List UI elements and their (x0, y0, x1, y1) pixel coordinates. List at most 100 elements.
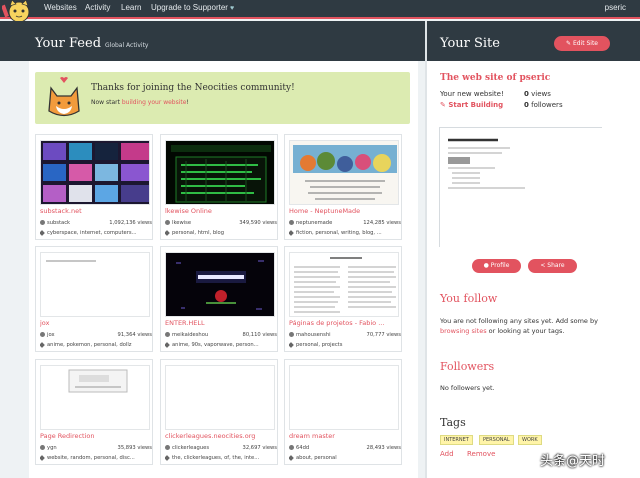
site-tags: anime, 90s, vaporwave, person... (165, 342, 277, 350)
site-screenshot[interactable] (289, 252, 399, 317)
site-tags: personal, projects (289, 342, 401, 350)
site-card[interactable]: Page Redirection ygn 35,893 views website… (35, 359, 153, 465)
user-icon (165, 332, 170, 337)
site-card[interactable]: Home - NeptuneMade neptunemade 124,285 vi… (284, 134, 402, 240)
site-name[interactable]: jox (40, 319, 152, 327)
profile-button[interactable]: ● Profile (472, 259, 521, 273)
site-header: Your Site ✎ Edit Site (427, 21, 640, 61)
site-card[interactable]: lkewise Online lkewise 349,590 views pers… (160, 134, 278, 240)
site-card[interactable]: Páginas de projetos - Fabio ... mahousen… (284, 246, 402, 352)
site-card[interactable]: jox jox 91,364 views anime, pokemon, pers… (35, 246, 153, 352)
nav-learn[interactable]: Learn (121, 3, 141, 12)
nav-websites[interactable]: Websites (44, 3, 77, 12)
global-activity-link[interactable]: Global Activity (105, 42, 149, 49)
site-screenshot[interactable] (289, 365, 399, 430)
site-tag-list[interactable]: anime, 90s, vaporwave, person... (172, 342, 259, 348)
site-tags: fiction, personal, writing, blog, ... (289, 230, 401, 238)
site-preview[interactable] (439, 127, 603, 248)
site-user[interactable]: meikaideshou (172, 332, 208, 338)
nav-upgrade[interactable]: Upgrade to Supporter ♥ (151, 3, 234, 12)
site-name[interactable]: dream master (289, 432, 401, 440)
site-tag-list[interactable]: fiction, personal, writing, blog, ... (296, 230, 382, 236)
views-label: views (531, 90, 551, 98)
site-card[interactable]: clickerleagues.neocities.org clickerleag… (160, 359, 278, 465)
site-views: 349,590 views (239, 220, 277, 226)
site-screenshot[interactable] (165, 252, 275, 317)
site-screenshot[interactable] (165, 365, 275, 430)
views-stat: 0 views (524, 90, 551, 98)
site-name[interactable]: Page Redirection (40, 432, 152, 440)
site-tag-list[interactable]: personal, projects (296, 342, 342, 348)
cat-mascot-icon (48, 77, 80, 117)
site-name[interactable]: lkewise Online (165, 207, 277, 215)
site-user[interactable]: neptunemade (296, 220, 332, 226)
user-icon (40, 332, 45, 337)
nav-activity[interactable]: Activity (85, 3, 110, 12)
add-tag-link[interactable]: Add (440, 450, 454, 458)
tag-personal[interactable]: PERSONAL (479, 435, 514, 445)
site-screenshot[interactable] (40, 140, 150, 205)
lkewise-thumbnail (166, 141, 274, 204)
site-screenshot[interactable] (165, 140, 275, 205)
tag-internet[interactable]: INTERNET (440, 435, 473, 445)
share-button[interactable]: < Share (528, 259, 577, 273)
site-name[interactable]: Home - NeptuneMade (289, 207, 401, 215)
feed-title: Your Feed (35, 36, 102, 51)
edit-site-button[interactable]: ✎ Edit Site (554, 36, 610, 51)
site-meta: neptunemade 124,285 views (289, 220, 401, 228)
site-user[interactable]: mahousenshi (296, 332, 331, 338)
welcome-title: Thanks for joining the Neocities communi… (91, 83, 295, 93)
user-menu[interactable]: pseric (605, 3, 626, 12)
site-tag-list[interactable]: anime, pokemon, personal, dollz (47, 342, 132, 348)
site-user[interactable]: lkewise (172, 220, 191, 226)
user-icon (40, 445, 45, 450)
site-views: 32,697 views (242, 445, 277, 451)
site-tag-list[interactable]: personal, html, blog (172, 230, 224, 236)
site-card[interactable]: ENTER.HELL meikaideshou 80,110 views anim… (160, 246, 278, 352)
site-heading[interactable]: The web site of pseric (440, 73, 550, 83)
site-name[interactable]: clickerleagues.neocities.org (165, 432, 277, 440)
site-tag-list[interactable]: about, personal (296, 455, 337, 461)
site-meta: 64dd 28,493 views (289, 445, 401, 453)
followers-label: followers (531, 101, 563, 109)
browsing-sites-link[interactable]: browsing sites (440, 327, 487, 335)
site-user[interactable]: ygn (47, 445, 57, 451)
site-meta: jox 91,364 views (40, 332, 152, 340)
remove-tag-link[interactable]: Remove (467, 450, 495, 458)
site-user[interactable]: jox (47, 332, 55, 338)
site-views: 91,364 views (117, 332, 152, 338)
site-user[interactable]: 64dd (296, 445, 309, 451)
feed-header: Your Feed Global Activity (0, 21, 425, 61)
tag-icon (40, 342, 45, 348)
tag-icon (289, 455, 294, 461)
edit-site-label: Edit Site (572, 40, 598, 47)
start-building-label: Start Building (448, 101, 504, 109)
site-screenshot[interactable] (40, 252, 150, 317)
tag-icon (289, 230, 294, 236)
substack-thumbnail (41, 141, 149, 204)
site-name[interactable]: substack.net (40, 207, 152, 215)
site-tag-list[interactable]: the, clickerleagues, of, the, inte... (172, 455, 259, 461)
site-name[interactable]: ENTER.HELL (165, 319, 277, 327)
site-tag-list[interactable]: cyberspace, internet, computers... (47, 230, 137, 236)
site-tag-list[interactable]: website, random, personal, disc... (47, 455, 135, 461)
user-icon: ● (483, 262, 491, 269)
site-screenshot[interactable] (289, 140, 399, 205)
site-card[interactable]: dream master 64dd 28,493 views about, per… (284, 359, 402, 465)
site-name[interactable]: Páginas de projetos - Fabio ... (289, 319, 401, 327)
site-user[interactable]: substack (47, 220, 70, 226)
start-building-link[interactable]: ✎ Start Building (440, 101, 503, 109)
site-meta: lkewise 349,590 views (165, 220, 277, 228)
user-icon (289, 445, 294, 450)
site-card[interactable]: substack.net substack 1,092,136 views cyb… (35, 134, 153, 240)
site-screenshot[interactable] (40, 365, 150, 430)
site-meta: ygn 35,893 views (40, 445, 152, 453)
tag-icon (289, 342, 294, 348)
build-website-link[interactable]: building your website (122, 99, 187, 106)
site-views: 1,092,136 views (109, 220, 152, 226)
followers-count: 0 (524, 101, 529, 109)
user-icon (289, 220, 294, 225)
site-user[interactable]: clickerleagues (172, 445, 209, 451)
tag-work[interactable]: WORK (518, 435, 542, 445)
site-views: 80,110 views (242, 332, 277, 338)
